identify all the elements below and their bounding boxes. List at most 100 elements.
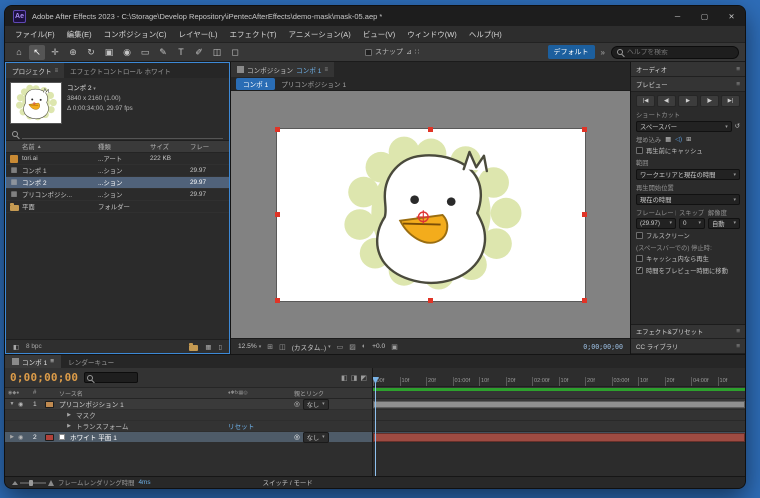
project-item-precomp[interactable]: ▦ プリコンポジシ... ...ション 29.97 [6, 189, 229, 201]
fullscreen-checkbox[interactable] [636, 232, 643, 239]
cache-before-playback-row[interactable]: 再生前にキャッシュ [636, 146, 740, 155]
snapshot-icon[interactable]: ▣ [391, 343, 398, 351]
interpret-footage-icon[interactable]: ◧ [13, 343, 19, 351]
help-search-box[interactable] [611, 46, 739, 59]
transparency-grid-icon[interactable]: ▨ [349, 343, 356, 351]
property-row-transform[interactable]: ▶ トランスフォーム リセット [5, 421, 372, 432]
project-item-solids-folder[interactable]: 平面 フォルダー [6, 201, 229, 213]
current-time-indicator[interactable] [375, 377, 376, 476]
play-if-cached-checkbox[interactable] [636, 255, 643, 262]
mask-visibility-icon[interactable]: ◫ [279, 343, 286, 351]
region-of-interest-icon[interactable]: ▭ [337, 343, 344, 351]
play-from-select[interactable]: 現在の時間▾ [636, 194, 740, 205]
layer-row-white-solid[interactable]: ▶ ◉ 2 ホワイト 平面 1 ◎ なし▾ [5, 432, 372, 443]
move-time-checkbox[interactable]: ✓ [636, 267, 643, 274]
tab-effect-controls[interactable]: エフェクトコントロール ホワイト [64, 63, 177, 78]
brush-tool-icon[interactable]: ✐ [191, 45, 207, 60]
current-timecode[interactable]: 0;00;00;00 [10, 371, 78, 384]
resolution-select[interactable]: 自動▾ [708, 218, 740, 229]
menu-edit[interactable]: 編集(E) [61, 29, 98, 40]
include-audio-icon[interactable]: ◁) [675, 136, 682, 143]
footage-thumbnail[interactable] [10, 82, 62, 124]
viewer-timecode[interactable]: 0;00;00;00 [583, 343, 623, 351]
new-folder-icon[interactable] [189, 345, 198, 351]
more-workspaces-icon[interactable]: » [597, 48, 609, 57]
project-bpc-button[interactable]: 8 bpc [26, 343, 42, 350]
visibility-eye-icon[interactable]: ◉ [18, 401, 23, 408]
cc-libraries-panel-header[interactable]: CC ライブラリ ≡ [631, 339, 745, 354]
panel-menu-icon[interactable]: ≡ [736, 343, 740, 350]
track-row-precomp[interactable] [373, 399, 745, 410]
selection-handle[interactable] [582, 298, 587, 303]
panel-menu-icon[interactable]: ≡ [736, 66, 740, 73]
layer-duration-bar[interactable] [373, 401, 745, 408]
selection-handle[interactable] [275, 298, 280, 303]
panel-menu-icon[interactable]: ≡ [55, 68, 59, 74]
viewer-tab-precomp1[interactable]: プリコンポジション 1 [281, 79, 346, 89]
selection-handle[interactable] [428, 298, 433, 303]
panel-menu-icon[interactable]: ≡ [324, 67, 328, 73]
snap-option-icon[interactable]: ⊿ [406, 48, 412, 56]
project-item-comp2[interactable]: ▦ コンポ 2 ...ション 29.97 [6, 177, 229, 189]
shape-tool-icon[interactable]: ▭ [137, 45, 153, 60]
twisty-closed-icon[interactable]: ▶ [65, 412, 73, 418]
track-row-white-solid[interactable] [373, 432, 745, 443]
workspace-selector[interactable]: デフォルト [548, 45, 595, 59]
play-if-cached-row[interactable]: キャッシュ内なら再生 [636, 254, 740, 263]
twisty-closed-icon[interactable]: ▶ [8, 434, 16, 440]
parent-select[interactable]: なし▾ [303, 399, 329, 410]
visibility-eye-icon[interactable]: ◉ [18, 434, 23, 441]
selection-handle[interactable] [582, 212, 587, 217]
shortcut-select[interactable]: スペースバー▾ [636, 121, 732, 132]
zoom-tool-icon[interactable]: ⊕ [65, 45, 81, 60]
effects-presets-panel-header[interactable]: エフェクト&プリセット ≡ [631, 324, 745, 339]
minimize-button[interactable]: ─ [664, 6, 691, 26]
project-item-comp1[interactable]: ▦ コンポ 1 ...ション 29.97 [6, 165, 229, 177]
maximize-button[interactable]: ▢ [691, 6, 718, 26]
eraser-tool-icon[interactable]: ◻ [227, 45, 243, 60]
grid-guides-icon[interactable]: ⊞ [267, 343, 273, 351]
menu-animation[interactable]: アニメーション(A) [283, 29, 357, 40]
reset-transform-link[interactable]: リセット [228, 424, 254, 431]
timeline-tab-comp1[interactable]: コンポ 1 ≡ [5, 355, 61, 368]
selection-tool-icon[interactable]: ↖ [29, 45, 45, 60]
menu-window[interactable]: ウィンドウ(W) [401, 29, 463, 40]
include-overlays-icon[interactable]: ⊞ [686, 136, 691, 143]
column-size[interactable]: サイズ [150, 142, 190, 151]
chevron-down-icon[interactable]: ▾ [93, 86, 96, 92]
layer-duration-bar-selected[interactable] [373, 433, 745, 442]
layer-name[interactable]: プリコンポジション 1 [59, 399, 228, 409]
column-number[interactable]: # [33, 390, 45, 396]
audio-panel-header[interactable]: オーディオ ≡ [631, 62, 745, 77]
pan-behind-tool-icon[interactable]: ◉ [119, 45, 135, 60]
layer-row-precomp[interactable]: ▼ ◉ 1 プリコンポジション 1 ◎ なし▾ [5, 399, 372, 410]
timeline-track-area[interactable]: :00f 10f 20f 01:00f 10f 20f 02:00f 10f 2… [373, 368, 745, 476]
framerate-select[interactable]: (29.97)▾ [636, 218, 676, 229]
selection-handle[interactable] [428, 127, 433, 132]
snap-checkbox[interactable] [365, 49, 372, 56]
exposure-icon[interactable]: ◐ [362, 343, 366, 350]
pickwhip-icon[interactable]: ◎ [294, 433, 300, 441]
close-button[interactable]: ✕ [718, 6, 745, 26]
timeline-tab-render-queue[interactable]: レンダーキュー [61, 355, 121, 368]
include-video-icon[interactable]: ▦ [665, 136, 671, 143]
timeline-search-box[interactable] [84, 372, 138, 383]
camera-tool-icon[interactable]: ▣ [101, 45, 117, 60]
tab-composition[interactable]: コンポジション コンポ 1 ≡ [231, 62, 334, 77]
zoom-out-icon[interactable] [12, 481, 18, 485]
column-framerate[interactable]: フレー [190, 142, 229, 151]
previous-frame-button[interactable]: ◀| [657, 95, 676, 107]
preview-panel-header[interactable]: プレビュー ≡ [631, 77, 745, 92]
tab-project[interactable]: プロジェクト ≡ [6, 63, 64, 78]
timeline-zoom-slider[interactable] [12, 480, 54, 486]
graph-editor-icon[interactable]: ◩ [360, 374, 367, 382]
type-tool-icon[interactable]: T [173, 45, 189, 60]
property-row-masks[interactable]: ▶ マスク [5, 410, 372, 421]
reset-icon[interactable]: ↺ [735, 123, 740, 130]
switches-modes-toggle[interactable]: スイッチ / モード [263, 478, 313, 487]
selection-handle[interactable] [582, 127, 587, 132]
parent-select[interactable]: なし▾ [303, 432, 329, 443]
twisty-closed-icon[interactable]: ▶ [65, 423, 73, 429]
skip-select[interactable]: 0▾ [679, 218, 705, 229]
composition-canvas[interactable] [277, 129, 585, 301]
